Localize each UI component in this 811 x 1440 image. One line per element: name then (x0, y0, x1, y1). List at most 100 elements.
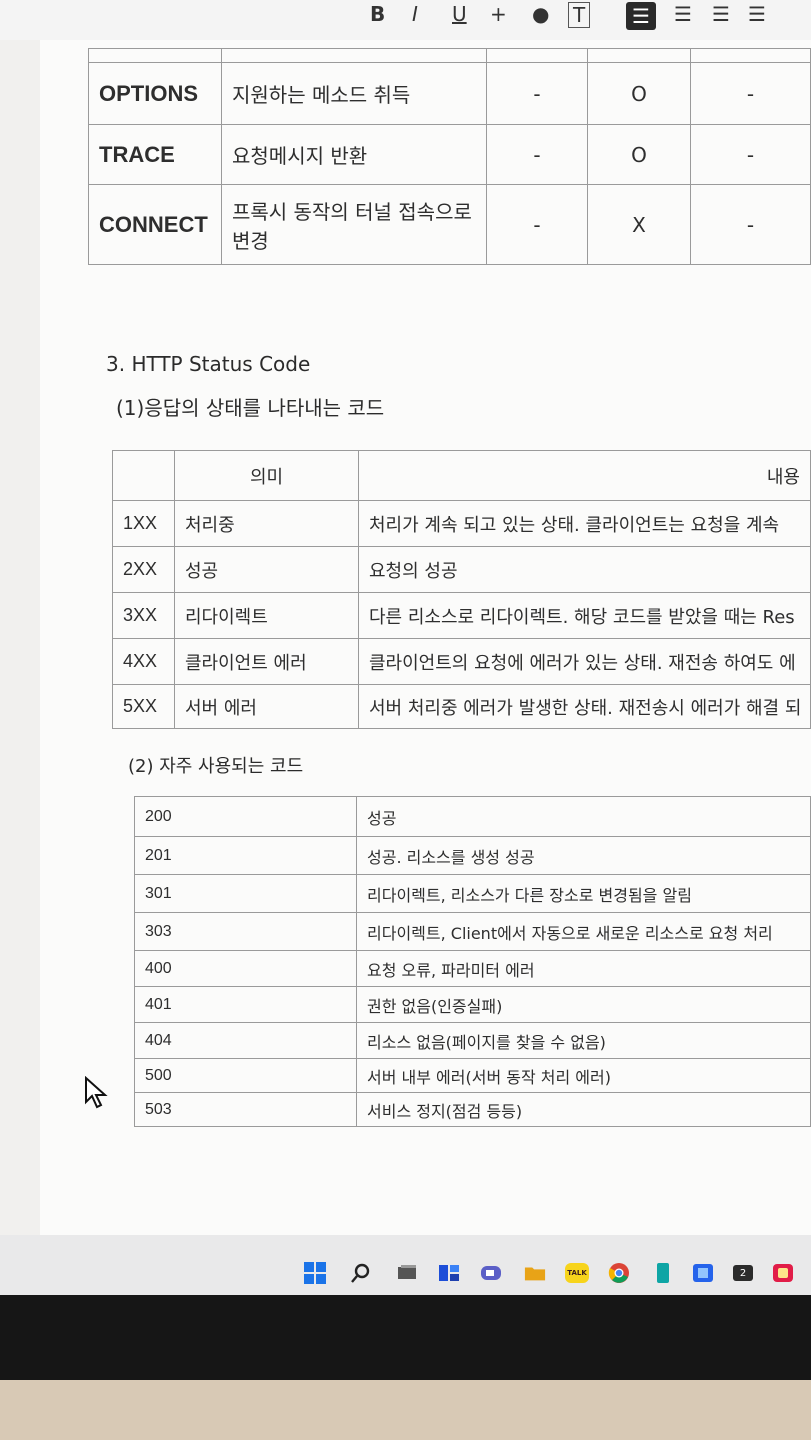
text-box-button[interactable]: T (568, 2, 591, 28)
search-icon[interactable] (350, 1262, 372, 1284)
app-icon[interactable] (652, 1262, 674, 1284)
table-row: CONNECT 프록시 동작의 터널 접속으로 변경 - X - (88, 184, 811, 265)
code-desc: 서비스 정지(점검 등등) (356, 1092, 811, 1127)
code-cell: 201 (134, 836, 357, 875)
code-desc: 서버 내부 에러(서버 동작 처리 에러) (356, 1058, 811, 1093)
status-meaning: 성공 (174, 546, 359, 593)
code-desc: 리다이렉트, Client에서 자동으로 새로운 리소스로 요청 처리 (356, 912, 811, 951)
app-icon[interactable] (772, 1262, 794, 1284)
subsection-heading: (2) 자주 사용되는 코드 (128, 756, 304, 777)
status-code: 2XX (112, 546, 175, 593)
method-desc: 프록시 동작의 터널 접속으로 변경 (221, 184, 487, 265)
table-row: 503 서비스 정지(점검 등등) (134, 1092, 811, 1127)
table-row: 400 요청 오류, 파라미터 에러 (134, 950, 811, 987)
method-flag: - (690, 62, 811, 125)
table-row: 500 서버 내부 에러(서버 동작 처리 에러) (134, 1058, 811, 1093)
status-code: 5XX (112, 684, 175, 729)
header-content: 내용 (358, 450, 811, 501)
code-desc: 요청 오류, 파라미터 에러 (356, 950, 811, 987)
code-desc: 성공. 리소스를 생성 성공 (356, 836, 811, 875)
align-left-icon[interactable]: ☰ (626, 2, 656, 30)
status-meaning: 리다이렉트 (174, 592, 359, 639)
code-cell: 200 (134, 796, 357, 837)
status-code: 3XX (112, 592, 175, 639)
table-row: 303 리다이렉트, Client에서 자동으로 새로운 리소스로 요청 처리 (134, 912, 811, 951)
kakaotalk-label: TALK (565, 1263, 589, 1283)
section-heading: 3. HTTP Status Code (106, 352, 311, 376)
code-cell: 503 (134, 1092, 357, 1127)
header-meaning: 의미 (174, 450, 359, 501)
method-name: CONNECT (88, 184, 222, 265)
table-row: 5XX 서버 에러 서버 처리중 에러가 발생한 상태. 재전송시 에러가 해결… (112, 684, 811, 729)
notification-badge-icon[interactable]: 2 (732, 1262, 754, 1284)
app-icon[interactable] (692, 1262, 714, 1284)
code-cell: 500 (134, 1058, 357, 1093)
table-row: 4XX 클라이언트 에러 클라이언트의 요청에 에러가 있는 상태. 재전송 하… (112, 638, 811, 685)
file-explorer-icon[interactable] (524, 1262, 546, 1284)
code-desc: 리소스 없음(페이지를 찾을 수 없음) (356, 1022, 811, 1059)
bold-button[interactable]: B (370, 2, 385, 26)
status-meaning: 서버 에러 (174, 684, 359, 729)
widgets-icon[interactable] (438, 1262, 460, 1284)
windows-start-icon[interactable] (304, 1262, 326, 1284)
table-row: TRACE 요청메시지 반환 - O - (88, 124, 811, 185)
kakaotalk-icon[interactable]: TALK (564, 1262, 590, 1284)
table-row: 404 리소스 없음(페이지를 찾을 수 없음) (134, 1022, 811, 1059)
code-desc: 리다이렉트, 리소스가 다른 장소로 변경됨을 알림 (356, 874, 811, 913)
status-content: 요청의 성공 (358, 546, 811, 593)
status-content: 다른 리소스로 리다이렉트. 해당 코드를 받았을 때는 Res (358, 592, 811, 639)
table-row: 200 성공 (134, 796, 811, 837)
status-code: 1XX (112, 500, 175, 547)
badge-count: 2 (733, 1265, 753, 1281)
status-code: 4XX (112, 638, 175, 685)
task-view-icon[interactable] (396, 1262, 418, 1284)
code-cell: 400 (134, 950, 357, 987)
method-desc: 요청메시지 반환 (221, 124, 487, 185)
formatting-toolbar: B I U + ● T ☰ ☰ ☰ ☰ (0, 0, 811, 40)
status-content: 서버 처리중 에러가 발생한 상태. 재전송시 에러가 해결 되 (358, 684, 811, 729)
monitor-bezel (0, 1295, 811, 1380)
method-desc: 지원하는 메소드 취득 (221, 62, 487, 125)
method-flag: - (690, 184, 811, 265)
status-content: 처리가 계속 되고 있는 상태. 클라이언트는 요청을 계속 (358, 500, 811, 547)
http-methods-table: OPTIONS 지원하는 메소드 취득 - O - TRACE 요청메시지 반환… (88, 48, 811, 265)
code-cell: 404 (134, 1022, 357, 1059)
method-flag: - (486, 184, 588, 265)
method-name: OPTIONS (88, 62, 222, 125)
frequent-codes-table: 200 성공 201 성공. 리소스를 생성 성공 301 리다이렉트, 리소스… (134, 796, 811, 1127)
align-center-icon[interactable]: ☰ (674, 2, 692, 26)
status-meaning: 클라이언트 에러 (174, 638, 359, 685)
method-flag: O (587, 124, 691, 185)
table-row: OPTIONS 지원하는 메소드 취득 - O - (88, 62, 811, 125)
status-meaning: 처리중 (174, 500, 359, 547)
method-flag: X (587, 184, 691, 265)
table-row: 3XX 리다이렉트 다른 리소스로 리다이렉트. 해당 코드를 받았을 때는 R… (112, 592, 811, 639)
table-row: 301 리다이렉트, 리소스가 다른 장소로 변경됨을 알림 (134, 874, 811, 913)
table-row: 1XX 처리중 처리가 계속 되고 있는 상태. 클라이언트는 요청을 계속 (112, 500, 811, 547)
chrome-icon[interactable] (608, 1262, 630, 1284)
align-justify-icon[interactable]: ☰ (748, 2, 766, 26)
underline-button[interactable]: U (452, 2, 467, 26)
table-row: 401 권한 없음(인증실패) (134, 986, 811, 1023)
table-row: 2XX 성공 요청의 성공 (112, 546, 811, 593)
code-cell: 401 (134, 986, 357, 1023)
code-cell: 301 (134, 874, 357, 913)
code-desc: 성공 (356, 796, 811, 837)
chat-teams-icon[interactable] (480, 1262, 502, 1284)
strikethrough-button[interactable]: + (490, 2, 507, 26)
subsection-heading: (1)응답의 상태를 나타내는 코드 (116, 396, 385, 420)
status-class-table: 의미 내용 1XX 처리중 처리가 계속 되고 있는 상태. 클라이언트는 요청… (112, 450, 811, 729)
italic-button[interactable]: I (412, 2, 418, 26)
table-header-row: 의미 내용 (112, 450, 811, 501)
method-flag: - (486, 62, 588, 125)
highlight-color-icon[interactable]: ● (532, 2, 549, 26)
method-name: TRACE (88, 124, 222, 185)
method-flag: - (486, 124, 588, 185)
align-right-icon[interactable]: ☰ (712, 2, 730, 26)
table-row: 201 성공. 리소스를 생성 성공 (134, 836, 811, 875)
code-cell: 303 (134, 912, 357, 951)
code-desc: 권한 없음(인증실패) (356, 986, 811, 1023)
method-flag: - (690, 124, 811, 185)
mouse-cursor-icon (85, 1076, 108, 1109)
status-content: 클라이언트의 요청에 에러가 있는 상태. 재전송 하여도 에 (358, 638, 811, 685)
